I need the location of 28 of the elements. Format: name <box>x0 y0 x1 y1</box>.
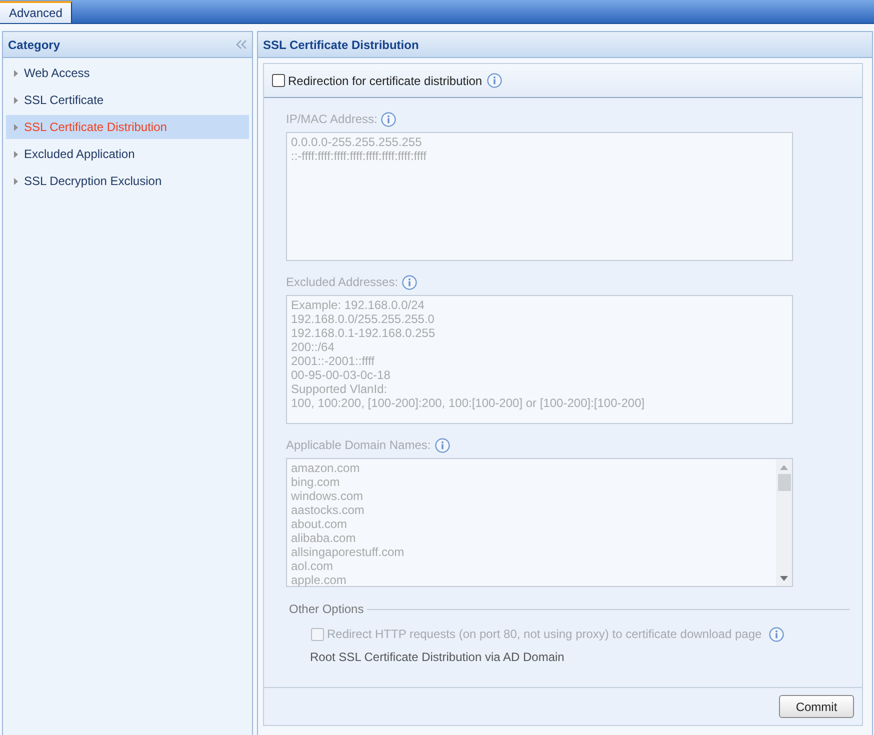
checkbox-label: Redirect HTTP requests (on port 80, not using proxy) to certificate download page <box>327 626 762 643</box>
sidebar-item[interactable]: SSL Decryption Exclusion <box>6 169 249 193</box>
panel-title: SSL Certificate Distribution <box>263 36 419 54</box>
panel-title: Category <box>8 36 60 54</box>
field-label: Applicable Domain Names: <box>286 437 431 454</box>
info-icon[interactable] <box>768 626 784 642</box>
field-label: IP/MAC Address: <box>286 111 378 128</box>
arrow-icon <box>14 178 18 184</box>
arrow-icon <box>14 70 18 76</box>
section-title: Other Options <box>289 601 364 618</box>
arrow-icon <box>14 150 18 158</box>
tab[interactable]: Advanced <box>0 1 72 23</box>
checkbox[interactable] <box>272 74 285 87</box>
sidebar-item[interactable]: Excluded Application <box>6 142 249 166</box>
info-icon[interactable] <box>381 112 396 126</box>
arrow-icon <box>14 124 18 130</box>
info-icon[interactable] <box>487 73 502 88</box>
collapse-icon[interactable] <box>236 40 247 49</box>
sidebar-item[interactable]: Web Access <box>6 61 249 85</box>
info-icon[interactable] <box>434 438 450 452</box>
sidebar-item[interactable]: SSL Certificate Distribution <box>6 115 249 139</box>
checkbox-label: Redirection for certificate distribution <box>288 72 482 90</box>
info-icon[interactable] <box>402 274 418 290</box>
sidebar-item[interactable]: SSL Certificate <box>6 88 249 112</box>
commit-button[interactable]: Commit <box>779 695 854 718</box>
arrow-icon <box>14 96 18 104</box>
field-label: Excluded Addresses: <box>286 274 398 291</box>
option-text: Root SSL Certificate Distribution via AD Domain <box>310 649 564 666</box>
